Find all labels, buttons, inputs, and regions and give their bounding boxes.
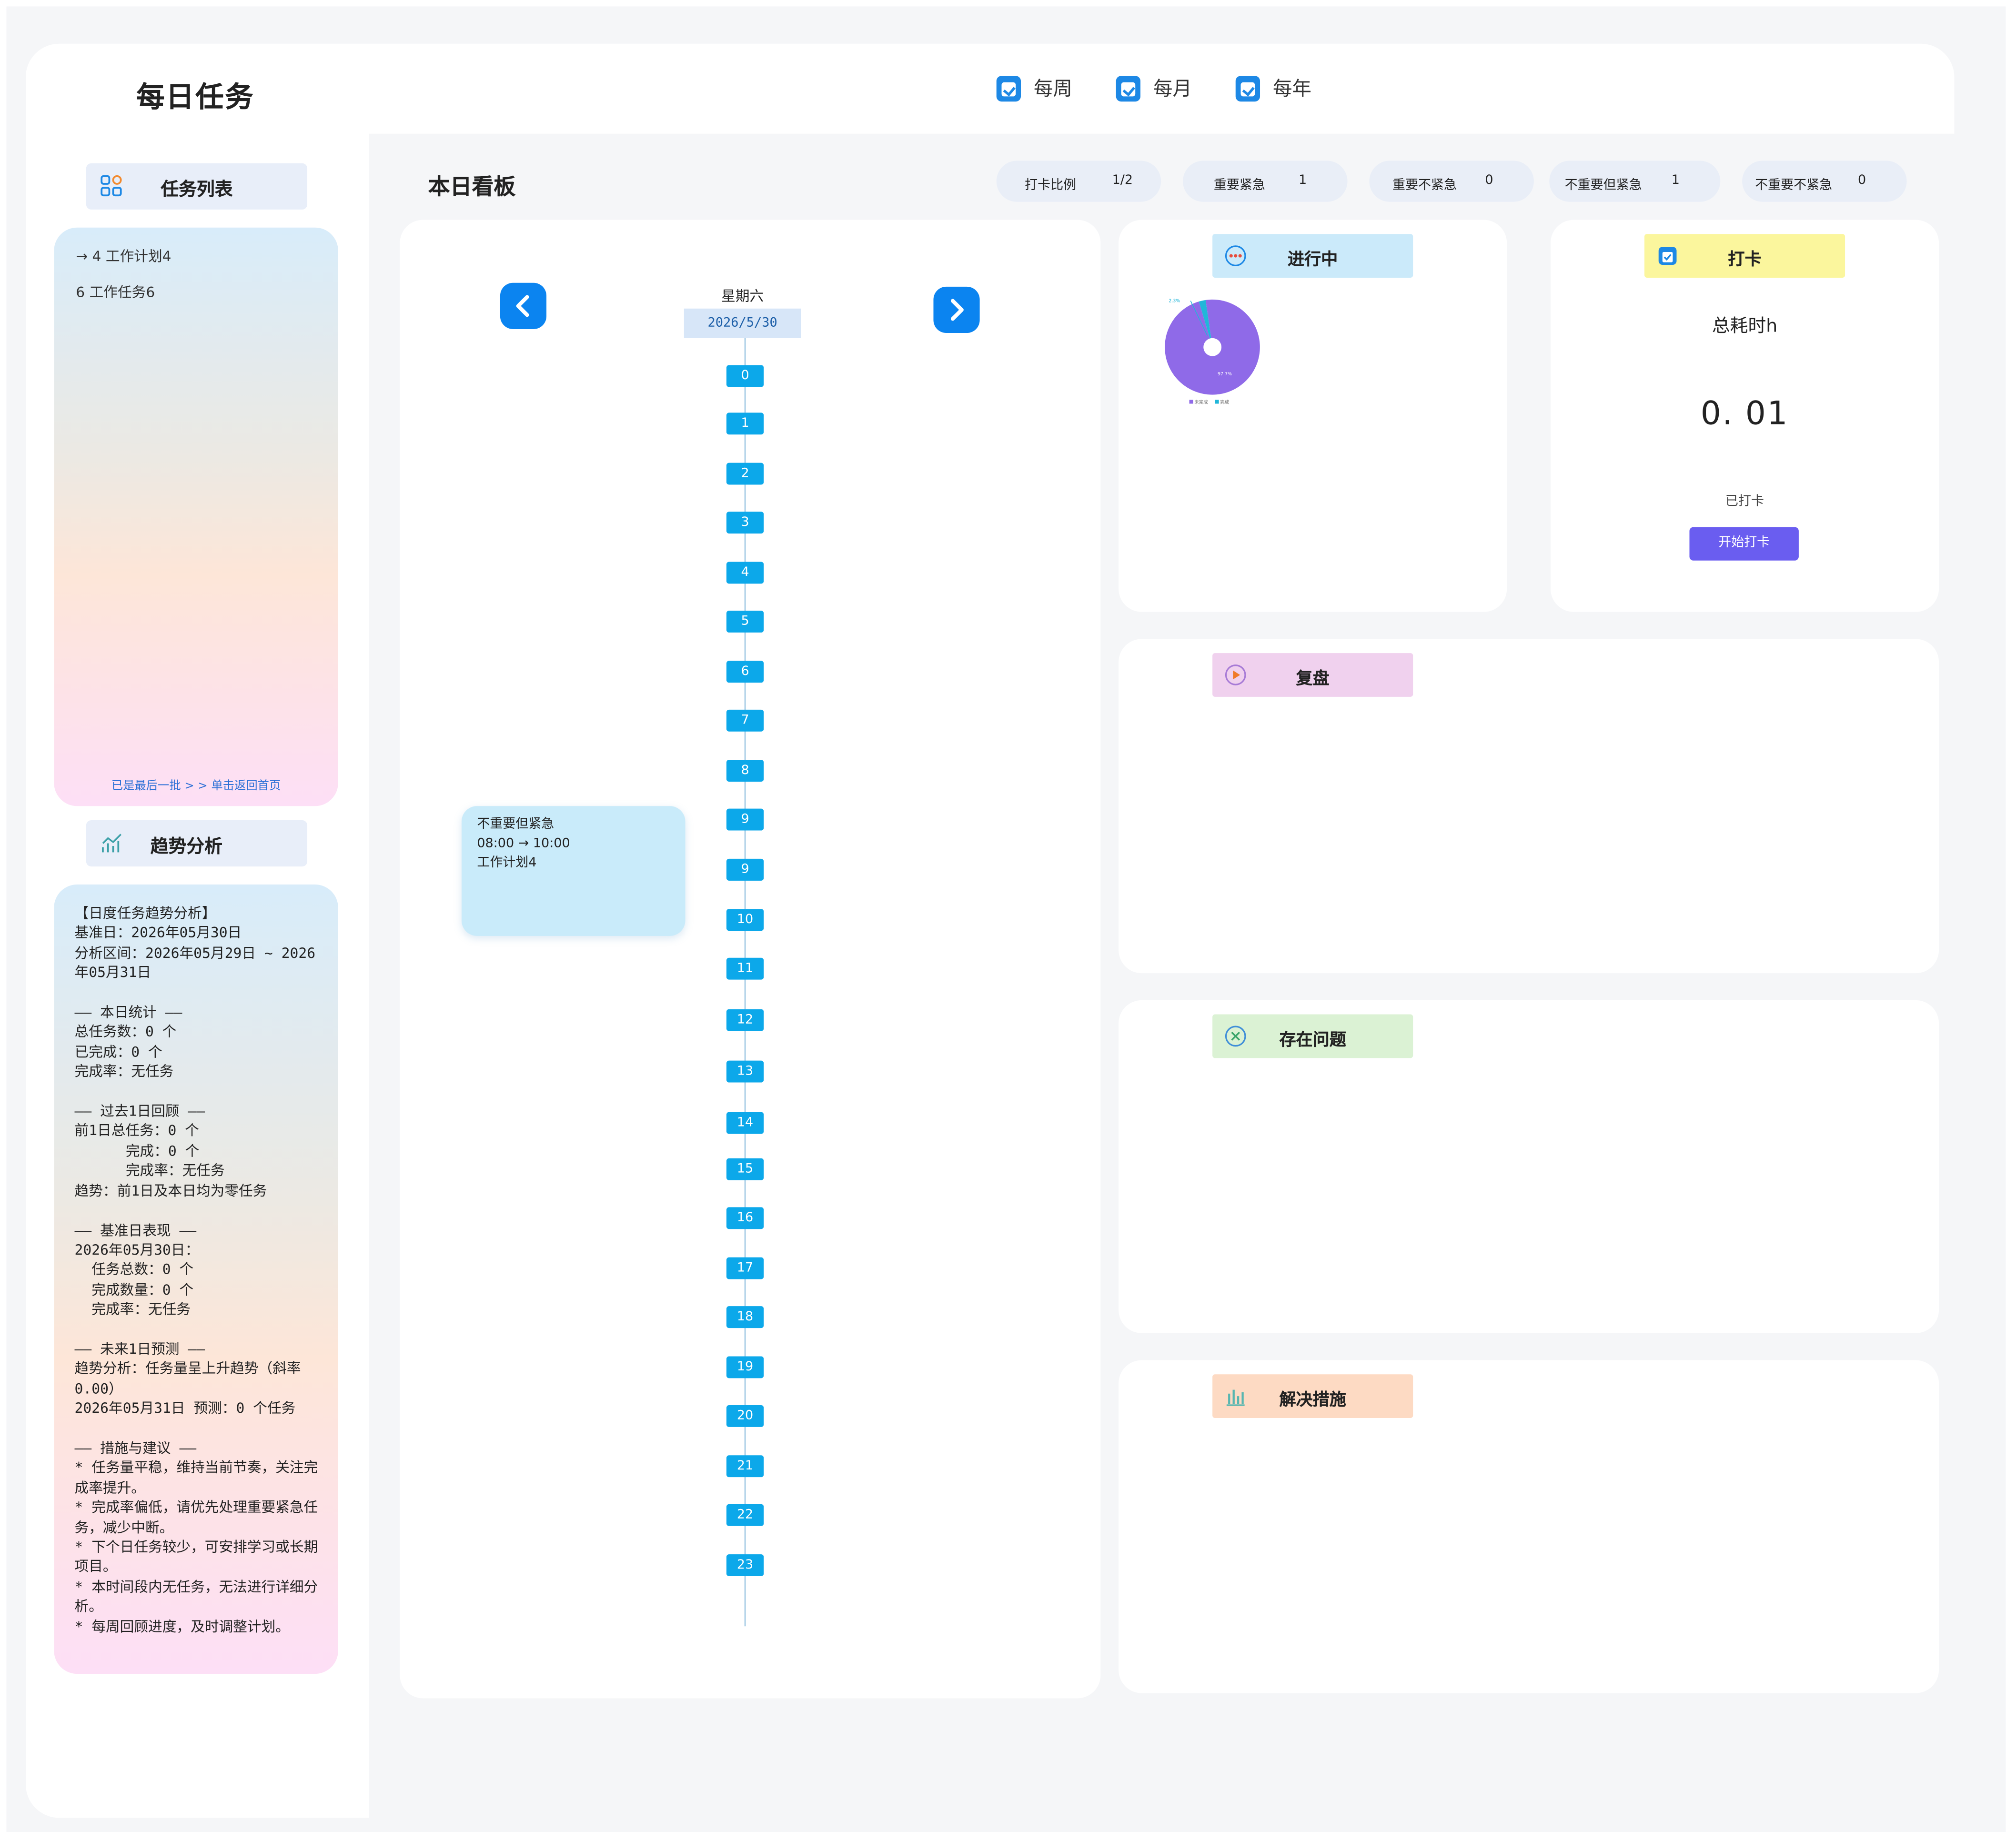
trend-analysis-label: 趋势分析 [150,837,222,858]
hour-marker[interactable]: 9 [726,808,764,831]
stat-pill-unimportant-not-urgent: 不重要不紧急 0 [1742,161,1907,202]
total-time-value: 0. 01 [1700,394,1789,432]
hour-marker[interactable]: 5 [726,611,764,633]
issues-header: 存在问题 [1212,1014,1413,1058]
date-label: 2026/5/30 [684,308,801,338]
stat-pill-important-urgent: 重要紧急 1 [1183,161,1348,202]
pie-slice [1165,299,1260,395]
total-time-label: 总耗时h [1712,316,1778,337]
progress-pie-chart: 2.3% 97.7% 未完成 完成 [1165,298,1260,405]
checkin-title: 打卡 [1728,251,1762,270]
task-list-panel [54,227,338,806]
event-category: 不重要但紧急 [477,817,554,832]
hour-marker[interactable]: 23 [726,1554,764,1576]
stat-pill-checkin-ratio: 打卡比例 1/2 [996,161,1161,202]
stat-value: 0 [1485,173,1493,188]
task-list-label: 任务列表 [161,180,233,201]
solutions-header: 解决措施 [1212,1374,1413,1418]
calendar-check-icon [996,75,1021,101]
weekday-label: 星期六 [721,288,764,305]
hour-marker[interactable]: 10 [726,909,764,931]
hour-marker[interactable]: 15 [726,1158,764,1180]
nav-yearly-label: 每年 [1273,77,1312,101]
solutions-title: 解决措施 [1279,1391,1346,1410]
prev-day-button[interactable] [500,282,547,329]
board-title: 本日看板 [428,175,516,201]
hour-marker[interactable]: 17 [726,1257,764,1279]
hour-marker[interactable]: 3 [726,512,764,534]
nav-monthly-label: 每月 [1153,77,1192,101]
hour-marker[interactable]: 18 [726,1306,764,1328]
in-progress-header: 进行中 [1212,234,1413,278]
stat-pill-important-not-urgent: 重要不紧急 0 [1369,161,1534,202]
stat-label: 重要不紧急 [1392,179,1457,193]
nav-yearly[interactable]: 每年 [1235,75,1312,102]
chevron-left-icon [516,295,529,317]
hour-marker[interactable]: 1 [726,412,764,435]
back-to-first-link[interactable]: 已是最后一批 > > 单击返回首页 [54,776,338,793]
hour-marker[interactable]: 20 [726,1405,764,1427]
stat-pill-unimportant-urgent: 不重要但紧急 1 [1549,161,1721,202]
checkin-status: 已打卡 [1725,495,1764,509]
nav-weekly-label: 每周 [1033,77,1073,101]
hour-marker[interactable]: 11 [726,957,764,980]
hour-marker[interactable]: 0 [726,365,764,387]
task-item[interactable]: 6 工作任务6 [76,282,155,302]
legend-item: 未完成 [1194,399,1208,405]
pie-callout-large: 97.7% [1218,372,1232,377]
hour-marker[interactable]: 7 [726,709,764,732]
stat-value: 0 [1858,173,1866,188]
task-item[interactable]: → 4 工作计划4 [76,246,171,266]
hour-marker[interactable]: 21 [726,1455,764,1478]
stat-label: 不重要但紧急 [1564,179,1642,193]
nav-monthly[interactable]: 每月 [1116,75,1192,102]
hour-marker[interactable]: 22 [726,1504,764,1526]
hour-marker[interactable]: 9 [726,858,764,881]
trend-analysis-text: 【日度任务趋势分析】 基准日：2026年05月30日 分析区间：2026年05月… [74,905,318,1635]
stat-label: 不重要不紧急 [1755,179,1833,193]
start-checkin-button[interactable]: 开始打卡 [1689,527,1799,561]
trend-analysis-button[interactable]: 趋势分析 [86,820,308,867]
hour-marker[interactable]: 16 [726,1207,764,1229]
grid-icon [101,175,122,197]
nav-weekly[interactable]: 每周 [996,75,1073,102]
event-card[interactable]: 不重要但紧急 08:00 → 10:00 工作计划4 [461,806,685,936]
app-window: 每日任务 每周 每月 每年 任务列表 → 4 工作计划4 6 工作任务6 已是最… [0,0,2016,1841]
in-progress-card [1119,220,1507,612]
review-title: 复盘 [1296,670,1330,689]
stat-value: 1/2 [1112,173,1133,188]
hour-marker[interactable]: 12 [726,1009,764,1031]
issues-title: 存在问题 [1279,1031,1346,1051]
next-day-button[interactable] [933,286,980,333]
stat-label: 打卡比例 [1025,179,1077,193]
hour-marker[interactable]: 2 [726,463,764,485]
hour-marker[interactable]: 8 [726,760,764,782]
stat-value: 1 [1298,173,1307,188]
legend-item: 完成 [1220,399,1229,405]
checkin-header: 打卡 [1644,234,1845,278]
stat-value: 1 [1671,173,1680,188]
hour-marker[interactable]: 4 [726,562,764,584]
task-list-button[interactable]: 任务列表 [86,163,308,210]
event-name: 工作计划4 [477,856,537,871]
hour-marker[interactable]: 14 [726,1112,764,1134]
in-progress-title: 进行中 [1288,251,1338,270]
review-header: 复盘 [1212,653,1413,697]
chevron-right-icon [950,299,964,321]
event-time: 08:00 → 10:00 [477,837,570,851]
pie-callout-small: 2.3% [1169,298,1180,303]
hour-marker[interactable]: 13 [726,1060,764,1083]
app-title: 每日任务 [136,82,255,115]
hour-marker[interactable]: 6 [726,661,764,683]
hour-marker[interactable]: 19 [726,1356,764,1378]
trend-chart-icon [102,834,121,853]
stat-label: 重要紧急 [1213,179,1265,193]
calendar-check-icon [1235,75,1260,101]
calendar-check-icon [1116,75,1141,101]
